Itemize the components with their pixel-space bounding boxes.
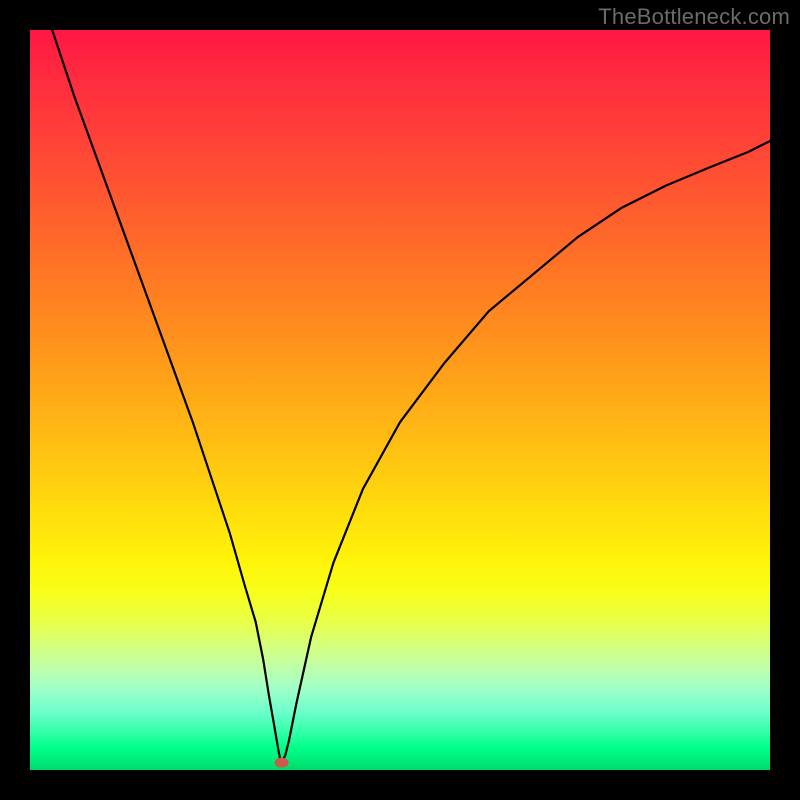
source-attribution: TheBottleneck.com [598, 4, 790, 30]
plot-area [30, 30, 770, 770]
curve-layer [30, 30, 770, 770]
bottleneck-curve-path [52, 30, 770, 763]
optimal-point-marker [275, 758, 289, 768]
chart-frame: TheBottleneck.com [0, 0, 800, 800]
